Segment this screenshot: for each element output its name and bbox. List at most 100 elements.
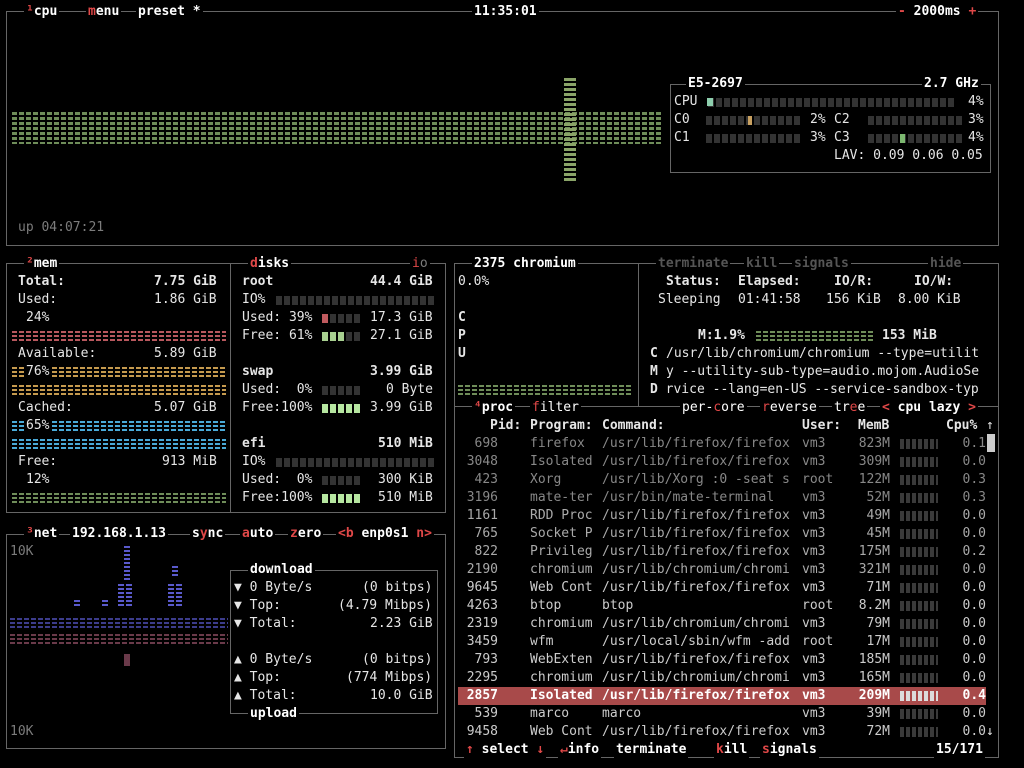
table-row[interactable]: 2295 chromium/usr/lib/chromium/chromi vm3 1… xyxy=(458,669,986,687)
table-row[interactable]: 822 Privileg/usr/lib/firefox/firefox vm3 17… xyxy=(458,543,986,561)
cell-program: Isolated xyxy=(530,454,593,469)
net-zero-toggle[interactable]: zero xyxy=(288,526,324,542)
proc-title[interactable]: ⁴proc xyxy=(472,400,516,416)
disk-swap-free-meter xyxy=(322,404,362,413)
footer-info[interactable]: ↵info xyxy=(558,742,602,758)
disks-title[interactable]: disks xyxy=(248,256,292,272)
mem-used-label: Used: xyxy=(18,292,58,307)
table-row[interactable]: 3196 mate-ter/usr/bin/mate-terminal vm3 52M… xyxy=(458,489,986,507)
net-auto-toggle[interactable]: auto xyxy=(240,526,276,542)
proc-title-text: proc xyxy=(481,400,514,415)
net-sync-toggle[interactable]: sync xyxy=(190,526,226,542)
cpu-title[interactable]: ¹cpu xyxy=(24,4,60,20)
cell-cpu-graph xyxy=(900,439,938,449)
cell-program: Socket P xyxy=(530,526,593,541)
scrollbar-thumb[interactable] xyxy=(987,434,995,452)
io-toggle[interactable]: io xyxy=(410,256,430,272)
net-next-iface[interactable]: n> xyxy=(416,526,432,541)
download-top-label: Top: xyxy=(249,598,281,613)
proc-tree-toggle[interactable]: tree xyxy=(832,400,868,416)
proc-sort-selector[interactable]: < cpu lazy > xyxy=(880,400,978,416)
table-row[interactable]: 2319 chromium/usr/lib/chromium/chromi vm3 7… xyxy=(458,615,986,633)
cell-pid: 2857 xyxy=(466,688,498,703)
table-row[interactable]: 2190 chromium/usr/lib/chromium/chromi vm3 3… xyxy=(458,561,986,579)
cell-cpu-graph xyxy=(900,601,938,611)
interval-control[interactable]: - 2000ms + xyxy=(896,4,979,20)
cell-cpu-graph xyxy=(900,709,938,719)
detail-ior: 156 KiB xyxy=(826,292,881,307)
table-row[interactable]: 698 firefox/usr/lib/firefox/firefox vm3 823… xyxy=(458,435,986,453)
detail-terminate-button[interactable]: terminate xyxy=(656,256,731,272)
footer-signals[interactable]: signals xyxy=(760,742,819,758)
cell-mem: 165M xyxy=(858,670,890,685)
cell-cpu: 0.3 xyxy=(962,472,986,487)
menu-button[interactable]: menu xyxy=(86,4,122,20)
table-row[interactable]: 1161 RDD Proc/usr/lib/firefox/firefox vm3 4… xyxy=(458,507,986,525)
detail-hide-button[interactable]: hide xyxy=(928,256,964,272)
disk-efi-used-label: Used: 0% xyxy=(242,472,313,487)
mem-hotkey: ² xyxy=(26,256,34,271)
mem-title[interactable]: ²mem xyxy=(24,256,60,272)
cell-cpu-graph xyxy=(900,727,938,737)
table-row[interactable]: 9645 Web Cont/usr/lib/firefox/firefox vm3 7… xyxy=(458,579,986,597)
cell-pid: 3196 xyxy=(466,490,498,505)
cell-cpu-graph xyxy=(900,547,938,557)
proc-per-core-toggle[interactable]: per-core xyxy=(680,400,747,416)
detail-kill-button[interactable]: kill xyxy=(744,256,780,272)
cell-cpu: 0.4 xyxy=(962,688,986,703)
cell-pid: 423 xyxy=(474,472,498,487)
detail-cpu-graph xyxy=(458,385,632,397)
interval-plus-button[interactable]: + xyxy=(968,4,976,19)
cell-user: vm3 xyxy=(802,670,826,685)
table-row[interactable]: 793 WebExten/usr/lib/firefox/firefox vm3 18… xyxy=(458,651,986,669)
sort-next-button[interactable]: > xyxy=(968,400,976,415)
table-row[interactable]: 423 Xorg/usr/lib/Xorg :0 -seat s root 122M 0… xyxy=(458,471,986,489)
proc-reverse-toggle[interactable]: reverse xyxy=(760,400,819,416)
detail-mem-label: M:1.9% xyxy=(698,328,745,343)
table-row[interactable]: 3048 Isolated/usr/lib/firefox/firefox vm3 3… xyxy=(458,453,986,471)
proc-filter[interactable]: filter xyxy=(530,400,581,416)
col-command[interactable]: Command: xyxy=(602,417,665,435)
mem-disks-divider xyxy=(230,264,231,512)
col-pid[interactable]: Pid: xyxy=(490,417,521,435)
footer-kill[interactable]: kill xyxy=(714,742,750,758)
cell-mem: 175M xyxy=(858,544,890,559)
footer-select-label: select xyxy=(481,742,529,757)
table-row[interactable]: 3459 wfm/usr/local/sbin/wfm -add root 17M 0.… xyxy=(458,633,986,651)
footer-terminate[interactable]: terminate xyxy=(614,742,689,758)
net-prev-iface[interactable]: <b xyxy=(338,526,354,541)
net-hotkey: ³ xyxy=(26,526,34,541)
col-user[interactable]: User: xyxy=(802,417,841,435)
cell-command: marco xyxy=(602,706,642,721)
detail-signals-button[interactable]: signals xyxy=(792,256,851,272)
detail-mem-bar xyxy=(756,331,874,343)
cell-program: chromium xyxy=(530,562,593,577)
detail-cmd-line-3-text: rvice --lang=en-US --service-sandbox-typ xyxy=(665,382,979,397)
table-row[interactable]: 765 Socket P/usr/lib/firefox/firefox vm3 45… xyxy=(458,525,986,543)
net-interface-selector[interactable]: <b enp0s1 n> xyxy=(336,526,434,542)
sort-prev-button[interactable]: < xyxy=(882,400,890,415)
mem-cached-label: Cached: xyxy=(18,400,73,415)
cell-command: /usr/lib/firefox/firefox xyxy=(602,508,790,523)
col-program[interactable]: Program: xyxy=(530,417,593,435)
cell-pid: 822 xyxy=(474,544,498,559)
scroll-down-icon[interactable]: ↓ xyxy=(986,723,994,741)
cell-cpu: 0.1 xyxy=(962,436,986,451)
table-row-selected[interactable]: 2857 Isolated/usr/lib/firefox/firefox vm3 2… xyxy=(458,687,986,705)
net-title-text: net xyxy=(33,526,58,541)
net-title[interactable]: ³net xyxy=(24,526,60,542)
preset-button[interactable]: preset * xyxy=(136,4,203,20)
table-row[interactable]: 9458 Web Cont/usr/lib/firefox/firefox vm3 7… xyxy=(458,723,986,741)
footer-select[interactable]: ↑ select ↓ xyxy=(464,742,547,758)
mem-cached-bar xyxy=(52,421,226,433)
footer-terminate-label: terminate xyxy=(616,742,687,757)
cell-cpu-graph xyxy=(900,619,938,629)
col-mem[interactable]: MemB xyxy=(858,417,889,435)
cpu-total-pct: 4% xyxy=(968,94,984,109)
table-row[interactable]: 539 marco marco vm3 39M 0.0 xyxy=(458,705,986,723)
interval-minus-button[interactable]: - xyxy=(898,4,906,19)
table-row[interactable]: 4263 btop btop root 8.2M 0.0 xyxy=(458,597,986,615)
col-cpu[interactable]: Cpu% xyxy=(946,417,977,435)
scroll-up-icon[interactable]: ↑ xyxy=(986,417,994,435)
download-total: ▼ Total: xyxy=(234,616,297,631)
